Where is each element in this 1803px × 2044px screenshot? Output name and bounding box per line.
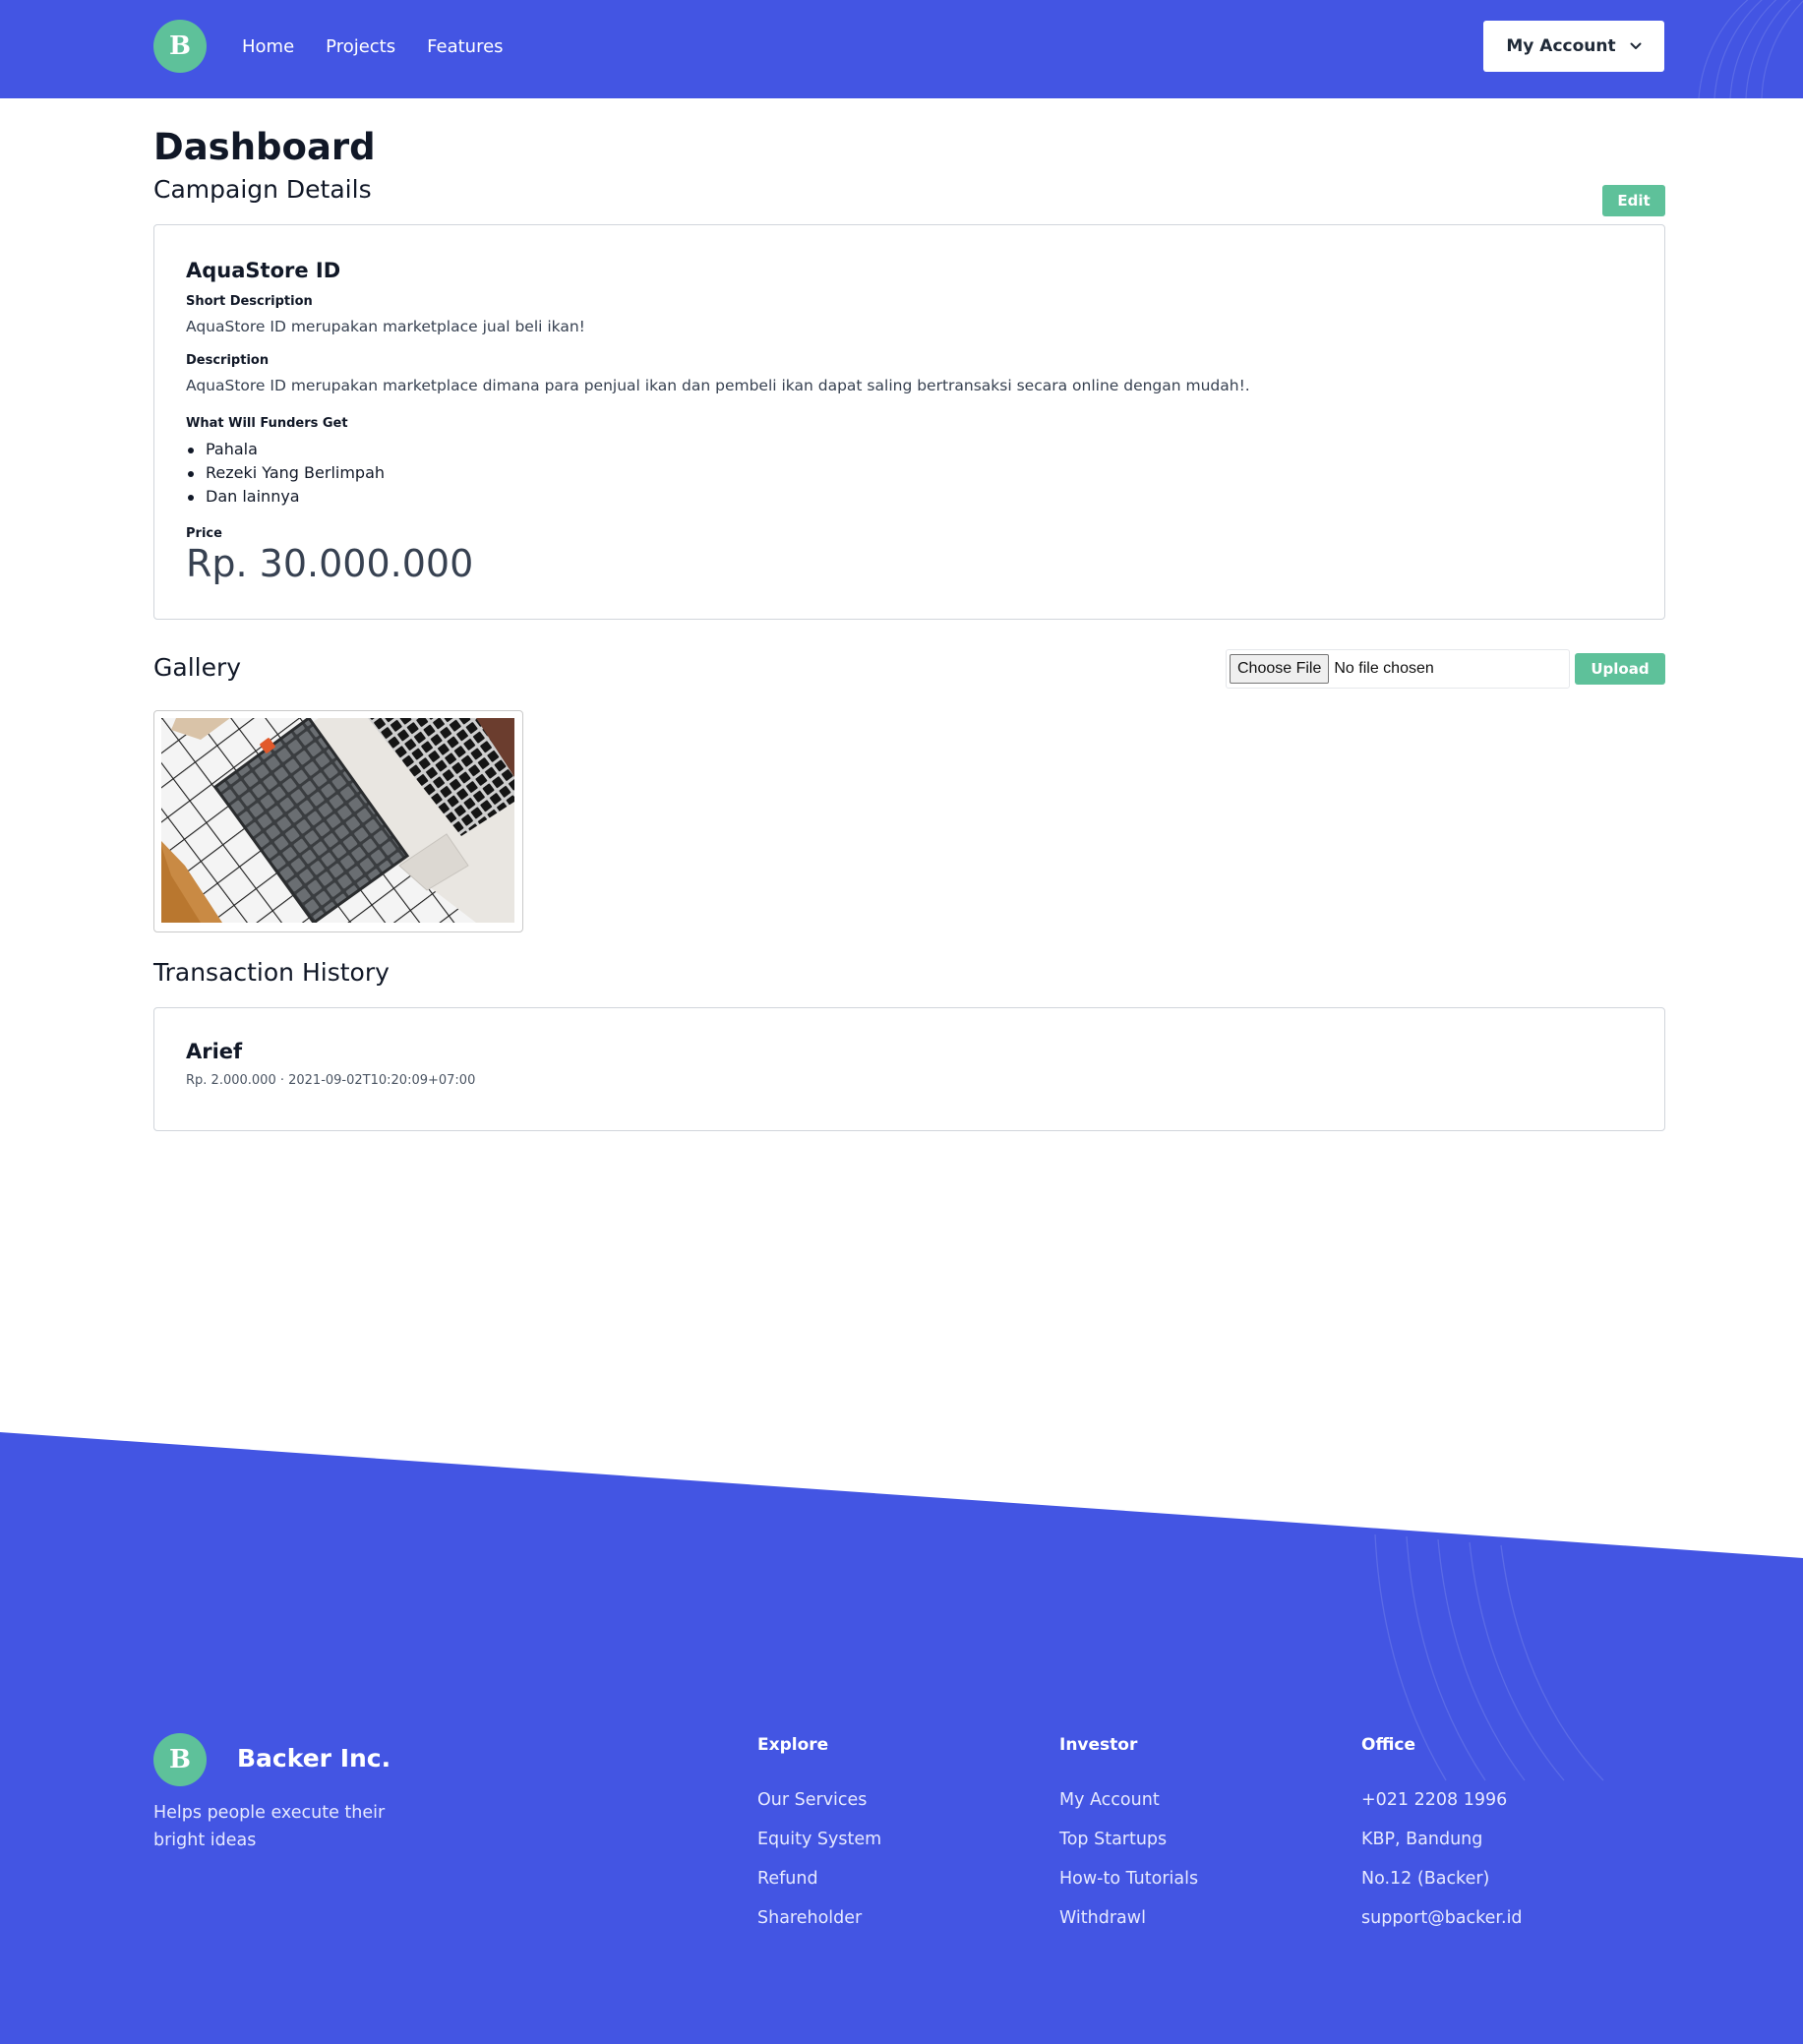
transaction-meta: Rp. 2.000.000 · 2021-09-02T10:20:09+07:0…	[186, 1073, 476, 1088]
chevron-down-icon	[1630, 42, 1642, 49]
main-nav: Home Projects Features	[242, 0, 504, 92]
footer-column-title: Explore	[757, 1735, 829, 1755]
description-text: AquaStore ID merupakan marketplace diman…	[186, 377, 1250, 394]
footer-office-area[interactable]: KBP, Bandung	[1361, 1828, 1523, 1867]
perk-item: Rezeki Yang Berlimpah	[186, 461, 385, 485]
perk-item: Pahala	[186, 438, 385, 461]
perk-item: Dan lainnya	[186, 485, 385, 509]
footer-link-my-account[interactable]: My Account	[1059, 1788, 1198, 1828]
perks-list: Pahala Rezeki Yang Berlimpah Dan lainnya	[186, 438, 385, 509]
gallery-heading: Gallery	[153, 653, 242, 682]
footer-background	[0, 1432, 1803, 2044]
campaign-details-card: AquaStore ID Short Description AquaStore…	[153, 224, 1665, 620]
upload-button[interactable]: Upload	[1575, 653, 1665, 685]
footer-link-equity-system[interactable]: Equity System	[757, 1828, 881, 1867]
gallery-image-card[interactable]	[153, 710, 523, 932]
footer-link-our-services[interactable]: Our Services	[757, 1788, 881, 1828]
brand-logo[interactable]: B	[153, 20, 207, 73]
edit-campaign-button[interactable]: Edit	[1602, 185, 1665, 216]
transaction-card: Arief Rp. 2.000.000 · 2021-09-02T10:20:0…	[153, 1007, 1665, 1131]
my-account-dropdown-button[interactable]: My Account	[1483, 21, 1664, 72]
nav-link-home[interactable]: Home	[242, 36, 294, 57]
transaction-backer-name: Arief	[186, 1040, 243, 1063]
file-input[interactable]: Choose File No file chosen	[1226, 649, 1570, 689]
short-description-text: AquaStore ID merupakan marketplace jual …	[186, 318, 585, 335]
top-navbar: B Home Projects Features My Account	[0, 0, 1803, 98]
short-description-label: Short Description	[186, 294, 313, 309]
footer-link-refund[interactable]: Refund	[757, 1867, 881, 1906]
footer-link-top-startups[interactable]: Top Startups	[1059, 1828, 1198, 1867]
footer-logo[interactable]: B	[153, 1733, 207, 1786]
footer-column-title: Investor	[1059, 1735, 1138, 1755]
footer-link-withdrawl[interactable]: Withdrawl	[1059, 1906, 1198, 1946]
perks-label: What Will Funders Get	[186, 416, 348, 431]
footer-column-explore: Explore Our Services Equity System Refun…	[757, 1735, 881, 1946]
nav-link-projects[interactable]: Projects	[326, 36, 395, 57]
footer-office-phone[interactable]: +021 2208 1996	[1361, 1788, 1523, 1828]
footer-brand-name: Backer Inc.	[237, 1744, 391, 1773]
price-label: Price	[186, 526, 222, 541]
description-label: Description	[186, 353, 270, 368]
choose-file-button[interactable]: Choose File	[1230, 654, 1330, 684]
transaction-history-heading: Transaction History	[153, 958, 390, 987]
gallery-image	[161, 718, 514, 923]
footer-office-email[interactable]: support@backer.id	[1361, 1906, 1523, 1946]
nav-link-features[interactable]: Features	[427, 36, 503, 57]
campaign-price: Rp. 30.000.000	[186, 542, 474, 585]
footer-column-investor: Investor My Account Top Startups How-to …	[1059, 1735, 1198, 1946]
file-status-text: No file chosen	[1334, 660, 1434, 677]
footer-column-title: Office	[1361, 1735, 1416, 1755]
campaign-details-heading: Campaign Details	[153, 175, 372, 204]
footer-link-how-to-tutorials[interactable]: How-to Tutorials	[1059, 1867, 1198, 1906]
footer-column-office: Office +021 2208 1996 KBP, Bandung No.12…	[1361, 1735, 1523, 1946]
footer-tagline: Helps people execute their bright ideas	[153, 1803, 386, 1850]
campaign-name: AquaStore ID	[186, 259, 341, 282]
footer-office-address[interactable]: No.12 (Backer)	[1361, 1867, 1523, 1906]
page-title: Dashboard	[153, 126, 376, 168]
my-account-label: My Account	[1506, 36, 1616, 56]
footer-link-shareholder[interactable]: Shareholder	[757, 1906, 881, 1946]
